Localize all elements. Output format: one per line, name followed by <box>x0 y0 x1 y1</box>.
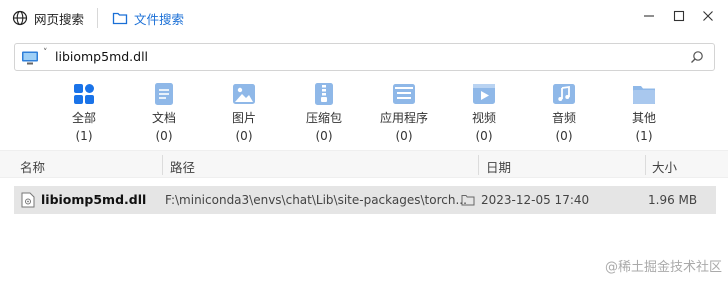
category-audio[interactable]: 音频 (0) <box>528 82 600 144</box>
file-size: 1.96 MB <box>648 193 698 207</box>
category-count: (0) <box>555 129 573 143</box>
chevron-down-icon[interactable]: ˅ <box>43 48 48 58</box>
category-count: (0) <box>475 129 493 143</box>
column-header-name[interactable]: 名称 <box>20 157 45 176</box>
category-archive[interactable]: 压缩包 (0) <box>288 82 360 144</box>
folder-icon <box>112 12 128 25</box>
search-input[interactable]: libiomp5md.dll <box>55 49 148 64</box>
category-document[interactable]: 文档 (0) <box>128 82 200 144</box>
category-label: 应用程序 <box>379 111 428 125</box>
category-application[interactable]: 应用程序 (0) <box>368 82 440 144</box>
category-label: 全部 <box>71 111 96 125</box>
watermark: @稀土掘金技术社区 <box>604 260 722 275</box>
category-label: 音频 <box>551 111 576 125</box>
tab-web-search-label: 网页搜索 <box>34 11 85 27</box>
table-row[interactable]: libiomp5md.dll F:\miniconda3\envs\chat\L… <box>14 186 716 214</box>
globe-icon <box>12 10 28 26</box>
search-box[interactable]: ˅ libiomp5md.dll <box>14 43 715 71</box>
category-count: (0) <box>235 129 253 143</box>
tab-divider <box>97 8 98 28</box>
column-header-path[interactable]: 路径 <box>170 157 195 176</box>
minimize-button[interactable] <box>641 8 657 24</box>
audio-icon <box>553 84 575 104</box>
document-icon <box>155 83 173 105</box>
category-count: (1) <box>75 129 93 143</box>
category-label: 压缩包 <box>305 111 342 125</box>
category-all[interactable]: 全部 (1) <box>48 82 120 144</box>
category-count: (0) <box>155 129 173 143</box>
category-label: 视频 <box>471 111 496 125</box>
top-bar: 网页搜索 文件搜索 <box>0 0 728 36</box>
computer-icon[interactable] <box>21 50 39 66</box>
file-date: 2023-12-05 17:40 <box>481 193 590 207</box>
column-divider[interactable] <box>645 155 646 175</box>
category-count: (0) <box>395 129 413 143</box>
column-divider[interactable] <box>478 155 479 175</box>
column-divider[interactable] <box>162 155 163 175</box>
dll-file-icon <box>21 192 35 208</box>
file-path: F:\miniconda3\envs\chat\Lib\site-package… <box>165 193 467 207</box>
minimize-icon <box>644 15 654 17</box>
app-icon <box>393 84 415 104</box>
category-count: (0) <box>315 129 333 143</box>
close-button[interactable] <box>700 8 716 24</box>
archive-icon <box>315 83 333 105</box>
category-label: 其他 <box>631 111 656 125</box>
close-icon <box>703 11 713 21</box>
maximize-icon <box>673 10 685 22</box>
category-label: 文档 <box>151 111 176 125</box>
column-header-size[interactable]: 大小 <box>652 157 677 176</box>
folder-icon <box>633 86 655 104</box>
table-header: 名称 路径 日期 大小 <box>0 150 728 178</box>
grid-icon <box>74 84 94 104</box>
category-image[interactable]: 图片 (0) <box>208 82 280 144</box>
image-icon <box>233 84 255 104</box>
open-folder-icon[interactable] <box>461 194 475 206</box>
column-header-date[interactable]: 日期 <box>486 157 511 176</box>
category-count: (1) <box>635 129 653 143</box>
tab-file-search-label: 文件搜索 <box>134 11 185 27</box>
search-icon[interactable] <box>689 49 705 65</box>
video-icon <box>473 84 495 104</box>
file-name: libiomp5md.dll <box>41 192 147 207</box>
category-video[interactable]: 视频 (0) <box>448 82 520 144</box>
category-other[interactable]: 其他 (1) <box>608 82 680 144</box>
category-label: 图片 <box>231 111 256 125</box>
maximize-button[interactable] <box>671 8 687 24</box>
tab-web-search[interactable]: 网页搜索 <box>12 9 84 27</box>
tab-file-search[interactable]: 文件搜索 <box>112 9 184 27</box>
